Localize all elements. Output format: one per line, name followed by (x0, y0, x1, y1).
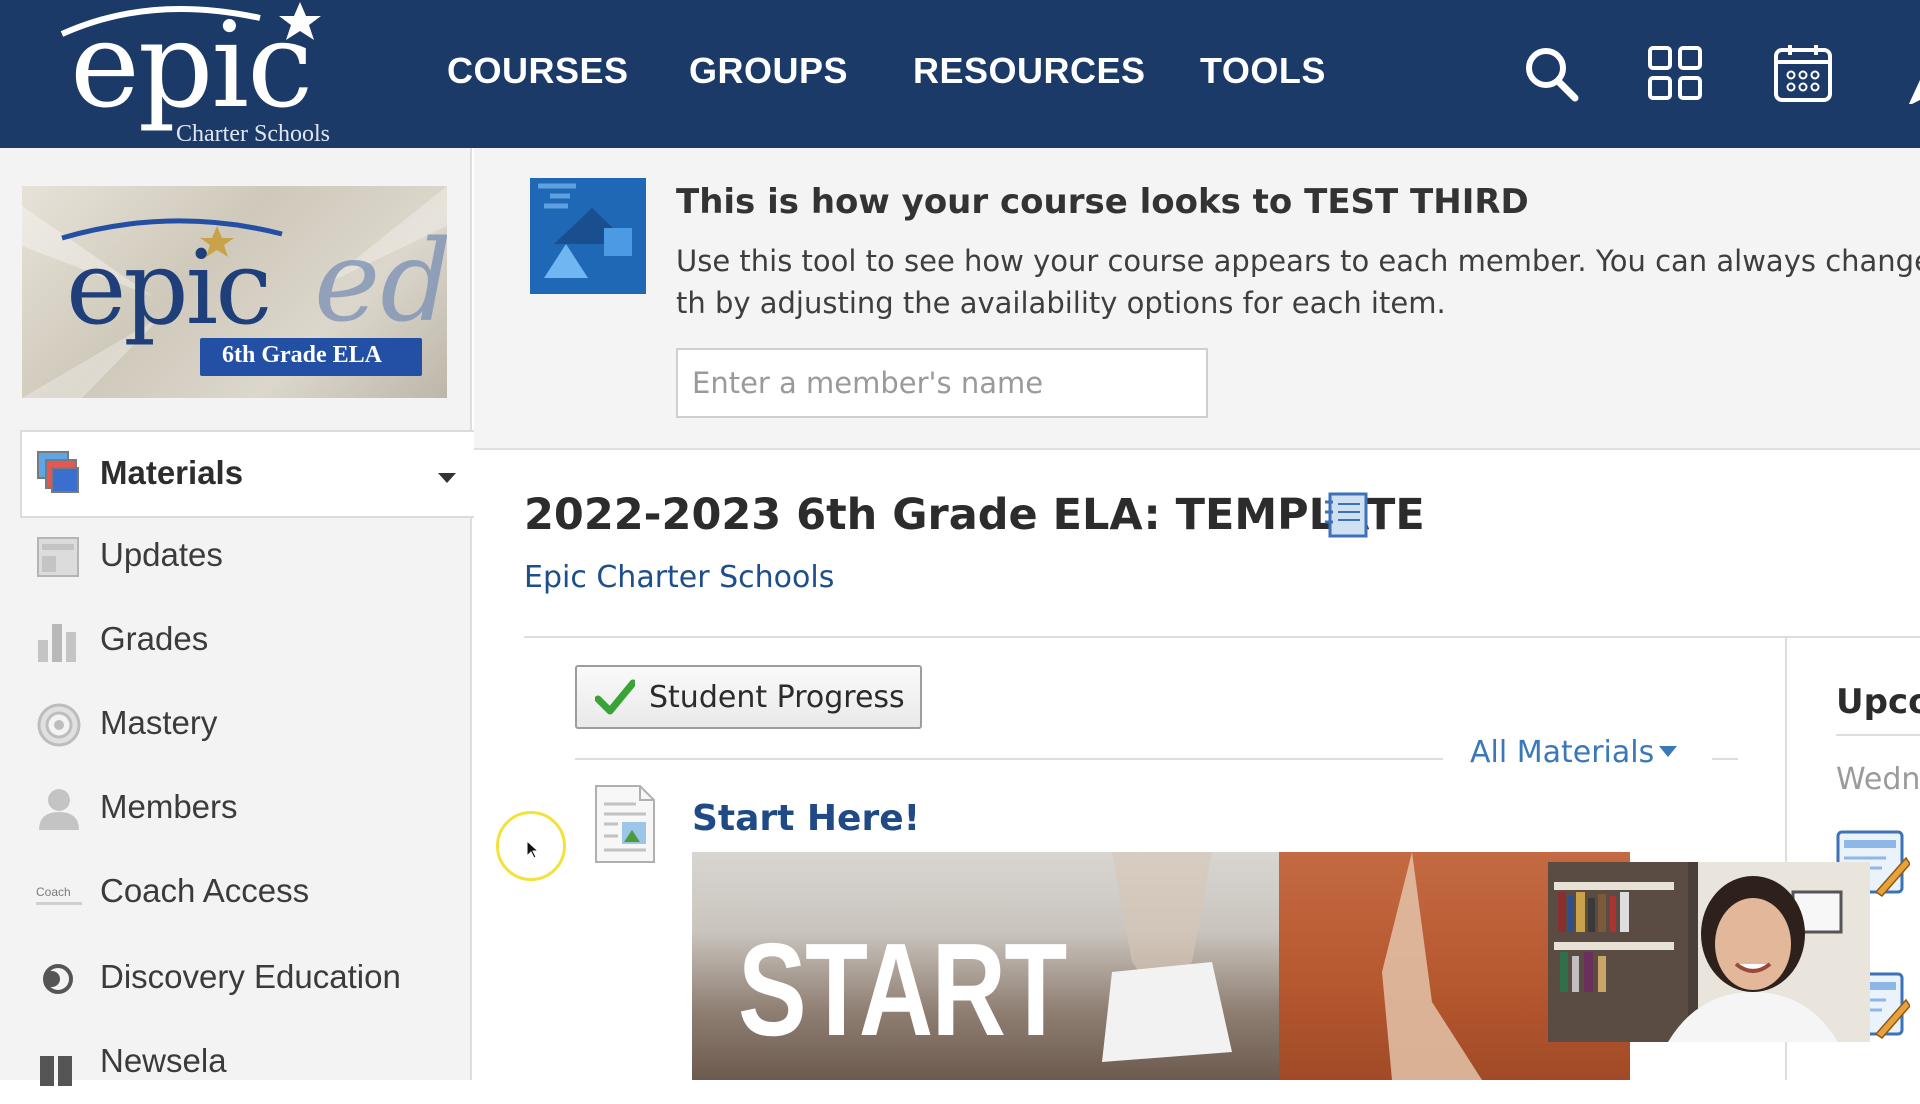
epic-charter-schools-logo[interactable]: epic Charter Schools (60, 0, 335, 148)
divider (1712, 758, 1738, 760)
sidebar-item-members[interactable]: Members (20, 770, 460, 850)
sidebar-item-materials[interactable]: Materials (20, 430, 474, 518)
material-title-link[interactable]: Start Here! (692, 798, 920, 839)
course-sidebar: epic ed 6th Grade ELA Materials Updates … (0, 148, 474, 1086)
course-banner-image: epic ed 6th Grade ELA (22, 186, 447, 398)
sidebar-item-newsela[interactable]: Newsela (20, 1024, 460, 1104)
all-materials-filter[interactable]: All Materials (1470, 735, 1654, 770)
sidebar-item-mastery[interactable]: Mastery (20, 686, 460, 766)
student-preview-icon (530, 178, 646, 294)
preview-description: Use this tool to see how your course app… (676, 244, 1920, 320)
sidebar-item-coach-access[interactable]: Coach Coach Access (20, 854, 460, 934)
nav-courses[interactable]: COURSES (447, 50, 629, 92)
sidebar-item-updates[interactable]: Updates (20, 518, 460, 598)
page-document-icon (592, 784, 658, 864)
members-icon (36, 786, 82, 832)
banner-ribbon-text: 6th Grade ELA (222, 342, 383, 368)
upcoming-day: Wedn (1836, 762, 1920, 797)
notifications-icon[interactable] (1902, 44, 1920, 106)
student-progress-button[interactable]: Student Progress (575, 665, 922, 729)
student-progress-label: Student Progress (649, 680, 905, 715)
discovery-education-icon (36, 956, 82, 1002)
divider (524, 636, 1920, 638)
coach-icon-text: Coach (36, 885, 71, 899)
nav-tools[interactable]: TOOLS (1200, 50, 1326, 92)
sidebar-item-label: Coach Access (100, 872, 310, 909)
sidebar-item-label: Newsela (100, 1042, 227, 1079)
sidebar-item-label: Updates (100, 536, 223, 573)
logo-tagline: Charter Schools (176, 121, 330, 147)
presenter-video-frame (1548, 862, 1870, 1042)
mouse-cursor-icon (526, 839, 540, 860)
preview-title: This is how your course looks to TEST TH… (676, 182, 1529, 222)
member-preview-panel: This is how your course looks to TEST TH… (474, 148, 1920, 450)
member-name-input[interactable] (676, 348, 1208, 418)
apps-grid-icon[interactable] (1646, 44, 1710, 104)
logo-wordmark: epic (70, 0, 313, 134)
updates-icon (36, 534, 82, 580)
sidebar-item-label: Discovery Education (100, 958, 401, 995)
start-banner-text: START (738, 916, 1067, 1063)
chevron-down-icon[interactable] (436, 470, 458, 489)
checkmark-icon (594, 677, 637, 717)
school-link[interactable]: Epic Charter Schools (524, 560, 834, 595)
materials-icon (36, 450, 82, 496)
grades-icon (36, 618, 82, 664)
calendar-icon[interactable] (1772, 44, 1836, 104)
divider (1836, 734, 1920, 736)
sidebar-item-label: Mastery (100, 704, 218, 741)
sidebar-item-label: Members (100, 788, 238, 825)
search-icon[interactable] (1520, 44, 1584, 104)
nav-groups[interactable]: GROUPS (689, 50, 848, 92)
course-title: 2022-2023 6th Grade ELA: TEMPLATE (524, 490, 1425, 540)
nav-resources[interactable]: RESOURCES (913, 50, 1146, 92)
newsela-icon (36, 1040, 82, 1086)
sidebar-item-label: Materials (100, 454, 244, 491)
presenter-webcam-overlay (1548, 862, 1870, 1042)
mastery-icon (36, 702, 82, 748)
sidebar-item-grades[interactable]: Grades (20, 602, 460, 682)
chevron-down-icon[interactable] (1658, 744, 1678, 758)
coach-access-icon: Coach (36, 870, 82, 916)
upcoming-title: Upco (1836, 682, 1920, 722)
banner-ed-script: ed (314, 217, 447, 347)
banner-wordmark: epic (66, 229, 272, 348)
sidebar-item-discovery-education[interactable]: Discovery Education (20, 940, 460, 1020)
sidebar-item-label: Grades (100, 620, 209, 657)
start-here-banner-image[interactable]: START (692, 852, 1630, 1080)
divider (575, 758, 1443, 760)
course-notebook-icon[interactable] (1322, 492, 1368, 538)
top-navigation-bar: epic Charter Schools COURSES GROUPS RESO… (0, 0, 1920, 148)
